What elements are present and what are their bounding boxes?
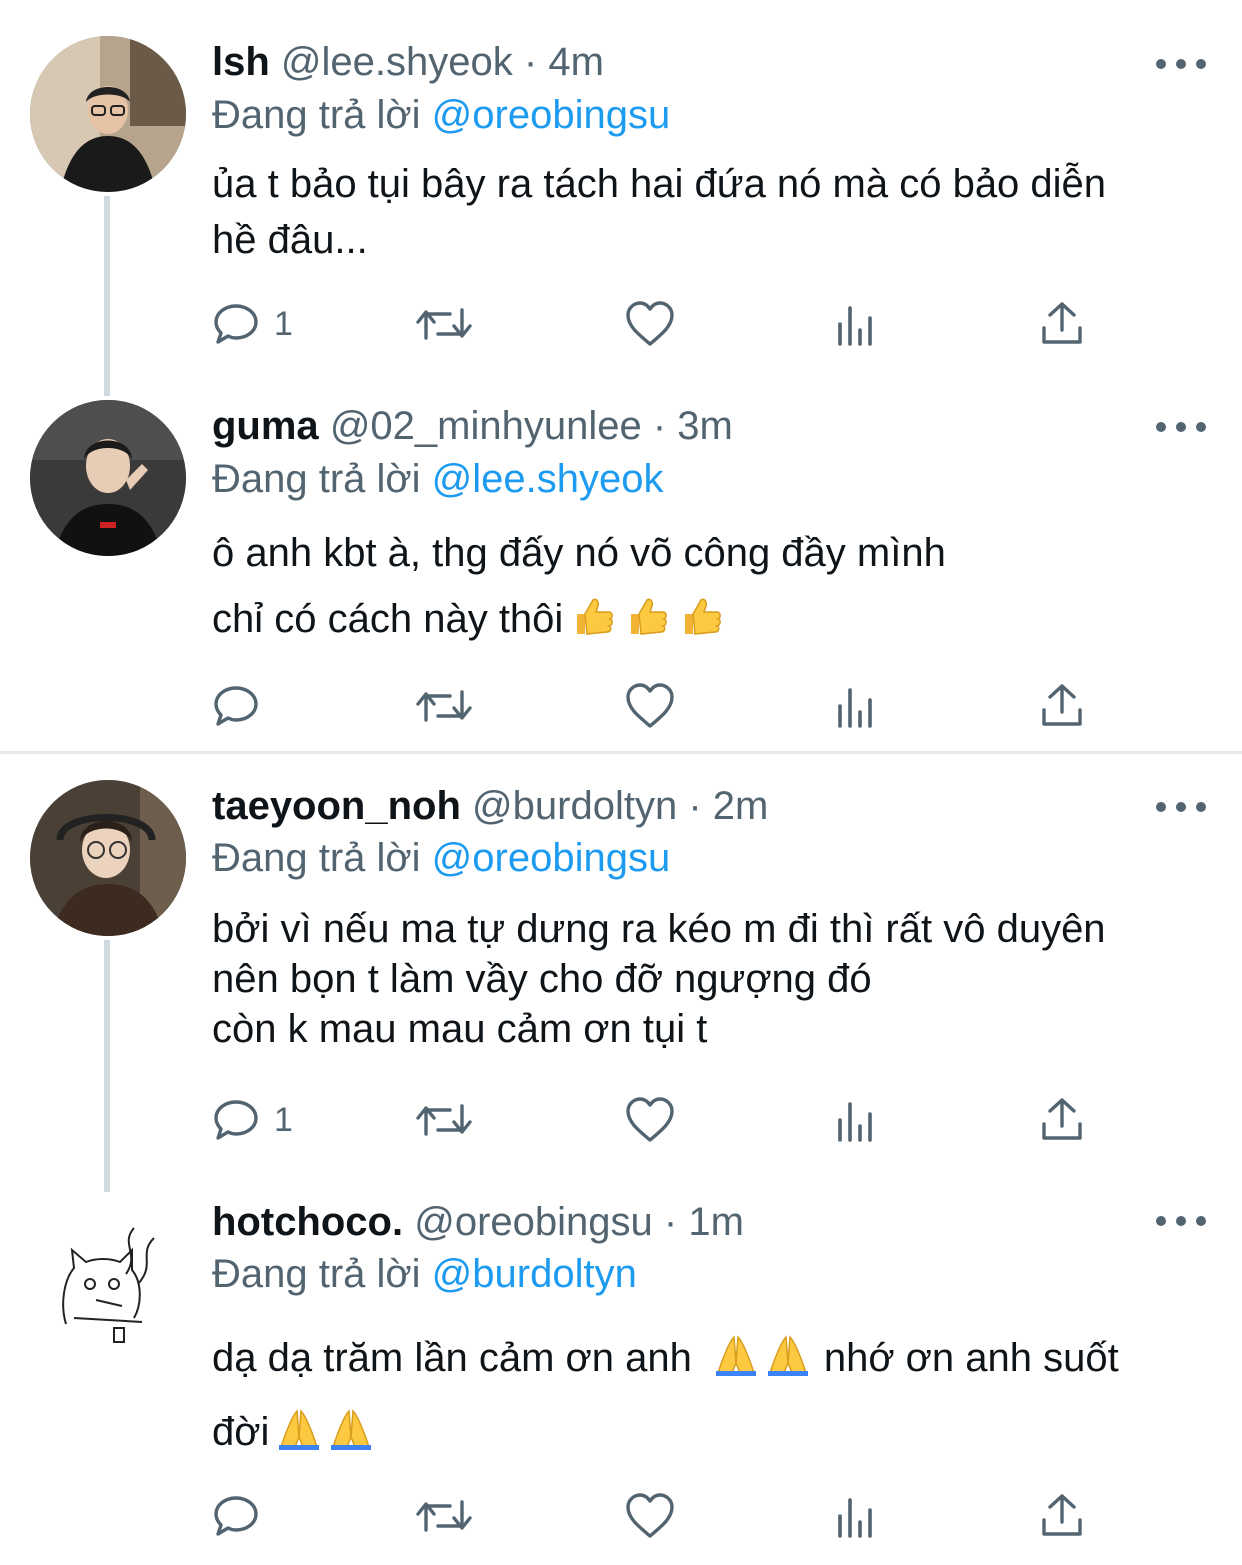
heart-icon	[626, 1097, 674, 1142]
tweet-text-line: còn k mau mau cảm ơn tụi t	[212, 1007, 708, 1051]
heart-icon	[626, 301, 674, 346]
analytics-icon	[838, 1498, 872, 1538]
reply-button[interactable]	[212, 678, 274, 734]
analytics-icon	[838, 1102, 872, 1142]
tweet-actions: 1	[212, 1092, 1082, 1148]
more-options-icon[interactable]	[1156, 1206, 1206, 1236]
share-icon	[1042, 302, 1082, 344]
timestamp[interactable]: · 3m	[653, 404, 733, 448]
timestamp[interactable]: · 1m	[664, 1200, 744, 1244]
reply-context: Đang trả lời @oreobingsu	[212, 91, 670, 139]
heart-icon	[626, 1493, 674, 1538]
like-button[interactable]	[624, 1488, 676, 1544]
analytics-button[interactable]	[836, 678, 876, 734]
tweet[interactable]: taeyoon_noh @burdoltyn · 2m Đang trả lời…	[0, 754, 1242, 1194]
user-handle[interactable]: @02_minhyunlee	[330, 404, 642, 448]
user-handle[interactable]: @lee.shyeok	[281, 40, 513, 84]
reply-prefix: Đang trả lời	[212, 93, 421, 137]
timestamp[interactable]: · 4m	[524, 40, 604, 84]
retweet-icon	[416, 690, 472, 722]
retweet-icon	[416, 1104, 472, 1136]
tweet-text: dạ dạ trăm lần cảm ơn anh nhớ ơn anh suốt…	[212, 1324, 1222, 1472]
folded-hands-icon	[714, 1330, 814, 1398]
reply-prefix: Đang trả lời	[212, 457, 421, 501]
tweet-actions	[212, 1488, 1082, 1544]
folded-hands-icon	[277, 1404, 377, 1472]
retweet-button[interactable]	[414, 296, 474, 352]
display-name[interactable]: taeyoon_noh	[212, 784, 461, 828]
share-icon	[1042, 1494, 1082, 1536]
reply-mention[interactable]: @oreobingsu	[432, 836, 671, 880]
display-name[interactable]: hotchoco.	[212, 1200, 403, 1244]
retweet-icon	[416, 1500, 472, 1532]
tweet[interactable]: hotchoco. @oreobingsu · 1m Đang trả lời …	[0, 1194, 1242, 1565]
retweet-button[interactable]	[414, 1092, 474, 1148]
like-button[interactable]	[624, 678, 676, 734]
reply-count: 1	[274, 304, 293, 343]
user-handle[interactable]: @oreobingsu	[414, 1200, 653, 1244]
avatar[interactable]	[30, 400, 186, 556]
reply-mention[interactable]: @oreobingsu	[432, 93, 671, 137]
reply-context: Đang trả lời @oreobingsu	[212, 834, 670, 882]
analytics-button[interactable]	[836, 296, 876, 352]
reply-button[interactable]: 1	[212, 1092, 293, 1148]
reply-context: Đang trả lời @burdoltyn	[212, 1250, 637, 1298]
analytics-button[interactable]	[836, 1488, 876, 1544]
reply-prefix: Đang trả lời	[212, 836, 421, 880]
tweet-text-line: ủa t bảo tụi bây ra tách hai đứa nó mà c…	[212, 162, 1107, 206]
tweet-text-line: đời	[212, 1398, 1222, 1472]
share-button[interactable]	[1040, 1488, 1084, 1544]
analytics-button[interactable]	[836, 1092, 876, 1148]
analytics-icon	[838, 306, 872, 346]
avatar[interactable]	[30, 1214, 186, 1370]
tweet-actions	[212, 678, 1082, 734]
share-button[interactable]	[1040, 1092, 1084, 1148]
more-options-icon[interactable]	[1156, 792, 1206, 822]
more-options-icon[interactable]	[1156, 49, 1206, 79]
user-handle[interactable]: @burdoltyn	[472, 784, 677, 828]
tweet[interactable]: lsh @lee.shyeok · 4m Đang trả lời @oreob…	[0, 0, 1242, 380]
tweet-text: bởi vì nếu ma tự dưng ra kéo m đi thì rấ…	[212, 904, 1222, 1054]
reply-context: Đang trả lời @lee.shyeok	[212, 455, 664, 503]
share-icon	[1042, 1098, 1082, 1140]
reply-icon	[214, 686, 258, 726]
retweet-button[interactable]	[414, 678, 474, 734]
tweet-actions: 1	[212, 296, 1082, 352]
tweet-text-line: nên bọn t làm vầy cho đỡ ngượng đó	[212, 957, 872, 1001]
reply-mention[interactable]: @lee.shyeok	[432, 457, 664, 501]
tweet-text: ủa t bảo tụi bây ra tách hai đứa nó mà c…	[212, 156, 1222, 268]
reply-button[interactable]	[212, 1488, 274, 1544]
reply-mention[interactable]: @burdoltyn	[432, 1252, 637, 1296]
share-icon	[1042, 684, 1082, 726]
display-name[interactable]: guma	[212, 404, 319, 448]
tweet-text-line: hề đâu...	[212, 218, 368, 262]
tweet-text-line: bởi vì nếu ma tự dưng ra kéo m đi thì rấ…	[212, 907, 1106, 951]
tweet-text-line: ô anh kbt à, thg đấy nó võ công đầy mình	[212, 531, 946, 575]
reply-icon	[214, 304, 258, 344]
display-name[interactable]: lsh	[212, 40, 270, 84]
tweet-text-line: chỉ có cách này thôi	[212, 586, 1222, 658]
share-button[interactable]	[1040, 678, 1084, 734]
more-options-icon[interactable]	[1156, 412, 1206, 442]
like-button[interactable]	[624, 296, 676, 352]
thumbs-up-icon	[571, 592, 727, 658]
reply-count: 1	[274, 1100, 293, 1139]
avatar[interactable]	[30, 780, 186, 936]
heart-icon	[626, 683, 674, 728]
timestamp[interactable]: · 2m	[688, 784, 768, 828]
like-button[interactable]	[624, 1092, 676, 1148]
reply-icon	[214, 1496, 258, 1536]
avatar[interactable]	[30, 36, 186, 192]
share-button[interactable]	[1040, 296, 1084, 352]
retweet-button[interactable]	[414, 1488, 474, 1544]
reply-button[interactable]: 1	[212, 296, 293, 352]
tweet[interactable]: guma @02_minhyunlee · 3m Đang trả lời @l…	[0, 380, 1242, 752]
tweet-text-line: dạ dạ trăm lần cảm ơn anh nhớ ơn anh suốt	[212, 1324, 1222, 1398]
tweet-text: ô anh kbt à, thg đấy nó võ công đầy mình…	[212, 520, 1222, 658]
reply-icon	[214, 1100, 258, 1140]
reply-prefix: Đang trả lời	[212, 1252, 421, 1296]
retweet-icon	[416, 308, 472, 340]
analytics-icon	[838, 688, 872, 728]
